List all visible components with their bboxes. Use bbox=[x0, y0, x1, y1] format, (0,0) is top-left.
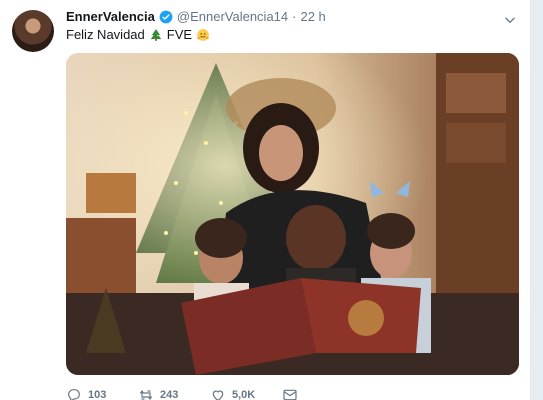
author-name[interactable]: EnnerValencia bbox=[66, 9, 155, 24]
message-icon bbox=[283, 389, 297, 400]
direct-message-button[interactable] bbox=[282, 387, 354, 400]
separator-dot: · bbox=[292, 9, 297, 24]
tweet-header: EnnerValencia @EnnerValencia14 · 22 h bbox=[66, 9, 326, 24]
reply-button[interactable]: 103 bbox=[66, 387, 138, 400]
retweet-count: 243 bbox=[160, 389, 179, 400]
hugging-face-icon bbox=[196, 28, 210, 42]
author-avatar[interactable] bbox=[12, 10, 54, 52]
chevron-down-icon[interactable] bbox=[503, 13, 517, 27]
tweet-tag: FVE bbox=[166, 27, 193, 42]
verified-badge-icon bbox=[159, 10, 173, 24]
tweet-text: Feliz Navidad FVE bbox=[66, 27, 210, 42]
author-handle[interactable]: @EnnerValencia14 bbox=[177, 9, 288, 24]
tweet-photo[interactable] bbox=[66, 53, 519, 375]
tweet-text-body: Feliz Navidad bbox=[66, 27, 145, 42]
reply-icon bbox=[68, 389, 80, 400]
tweet-card: EnnerValencia @EnnerValencia14 · 22 h Fe… bbox=[0, 0, 531, 400]
christmas-tree-icon bbox=[149, 28, 163, 42]
like-count: 5,0K bbox=[232, 389, 256, 400]
like-icon bbox=[212, 390, 224, 400]
tweet-timestamp[interactable]: 22 h bbox=[300, 9, 325, 24]
retweet-icon bbox=[140, 389, 152, 400]
retweet-button[interactable]: 243 bbox=[138, 387, 210, 400]
like-button[interactable]: 5,0K bbox=[210, 387, 282, 400]
reply-count: 103 bbox=[88, 389, 107, 400]
tweet-actions: 103 243 5,0K bbox=[66, 387, 354, 400]
